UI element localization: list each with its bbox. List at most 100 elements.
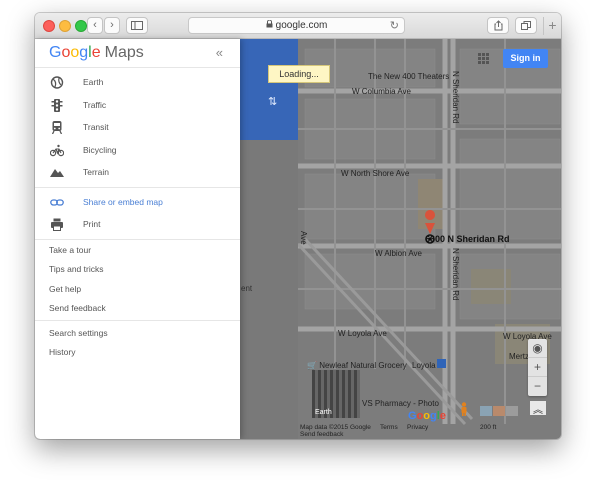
- globe-icon: [50, 76, 64, 89]
- share-section: Share or embed map Print: [35, 188, 240, 240]
- map-data-text: Map data ©2015 Google: [300, 424, 371, 431]
- share-button[interactable]: [487, 17, 509, 34]
- menu-item-bicycling[interactable]: Bicycling: [35, 139, 240, 162]
- imagery-thumbnails[interactable]: [480, 403, 520, 416]
- title-bar: ‹ › google.com ↻ +: [35, 13, 561, 39]
- earth-view-toggle[interactable]: Earth: [312, 370, 360, 418]
- loading-indicator: Loading...: [268, 65, 330, 83]
- pegman-icon[interactable]: [460, 402, 468, 416]
- menu-item-traffic[interactable]: Traffic: [35, 94, 240, 117]
- chevron-left-icon: ‹: [93, 19, 97, 31]
- address-label[interactable]: 6600 N Sheridan Rd: [425, 234, 510, 244]
- logo-maps-text: Maps: [104, 44, 144, 61]
- street-label: N Sheridan Rd: [451, 248, 460, 301]
- minimize-window-button[interactable]: [59, 20, 71, 32]
- settings-section: Search settings History: [35, 321, 240, 364]
- send-feedback-link[interactable]: Send feedback: [300, 431, 343, 438]
- panel-text-fragment: ent: [241, 284, 253, 293]
- poi-label[interactable]: 🛒 Newleaf Natural Grocery: [307, 361, 407, 370]
- printer-icon: [51, 218, 63, 231]
- menu-item-label: Share or embed map: [83, 196, 163, 207]
- layers-section: Earth Traffic Transit Bicycling Terrain: [35, 68, 240, 188]
- close-window-button[interactable]: [43, 20, 55, 32]
- search-panel-peek: [240, 39, 298, 140]
- menu-item-label: Search settings: [49, 327, 108, 338]
- sidebar-toggle-button[interactable]: [126, 17, 148, 34]
- directions-swap-icon[interactable]: ⇅: [268, 95, 277, 108]
- tabs-icon: [521, 21, 531, 30]
- back-button[interactable]: ‹: [87, 17, 103, 34]
- share-icon: [494, 20, 502, 31]
- logo-letter: e: [91, 44, 101, 61]
- earth-thumb-label: Earth: [315, 409, 332, 416]
- poi-label[interactable]: VS Pharmacy - Photo: [362, 399, 439, 408]
- menu-item-label: Print: [83, 219, 101, 229]
- menu-item-terrain[interactable]: Terrain: [35, 161, 240, 184]
- scale-text: 200 ft: [480, 424, 497, 431]
- menu-item-label: Terrain: [83, 167, 109, 177]
- street-label: N Sheridan Rd: [451, 71, 460, 124]
- menu-item-label: Send feedback: [49, 303, 106, 313]
- forward-button[interactable]: ›: [104, 17, 120, 34]
- poi-label[interactable]: Loyola: [412, 361, 436, 370]
- logo-letter: o: [70, 44, 80, 61]
- expand-up-icon[interactable]: ︽: [530, 401, 546, 416]
- poi-label-text: Newleaf Natural Grocery: [319, 361, 407, 370]
- lock-icon: [266, 18, 273, 34]
- menu-item-take-tour[interactable]: Take a tour: [35, 241, 240, 261]
- train-icon: [51, 121, 63, 134]
- maximize-window-button[interactable]: [75, 20, 87, 32]
- terms-link[interactable]: Terms: [380, 424, 398, 431]
- sign-in-button[interactable]: Sign in: [503, 49, 548, 68]
- logo-letter: G: [49, 44, 62, 61]
- logo-letter: g: [79, 44, 89, 61]
- url-text: google.com: [275, 20, 328, 31]
- collapse-menu-button[interactable]: «: [216, 45, 223, 60]
- menu-item-label: History: [49, 347, 76, 357]
- browser-window: ‹ › google.com ↻ + W Columbia Ave W Nort…: [35, 13, 561, 439]
- menu-item-label: Earth: [83, 77, 104, 87]
- side-menu: Google Maps « Earth Traffic Transit Bicyc…: [35, 39, 240, 439]
- address-bar[interactable]: google.com ↻: [188, 17, 405, 34]
- menu-item-send-feedback[interactable]: Send feedback: [35, 299, 240, 319]
- street-label: W Columbia Ave: [352, 87, 411, 96]
- menu-item-get-help[interactable]: Get help: [35, 280, 240, 300]
- menu-item-label: Transit: [83, 122, 109, 132]
- my-location-button[interactable]: ◉: [528, 339, 547, 358]
- menu-item-label: Get help: [49, 283, 82, 294]
- privacy-link[interactable]: Privacy: [407, 424, 428, 431]
- menu-item-history[interactable]: History: [35, 343, 240, 363]
- menu-item-label: Bicycling: [83, 144, 117, 155]
- apps-grid-icon[interactable]: [478, 53, 490, 65]
- tabs-overview-button[interactable]: [515, 17, 537, 34]
- menu-item-tips[interactable]: Tips and tricks: [35, 260, 240, 280]
- poi-label[interactable]: Mertz: [509, 352, 529, 361]
- link-icon: [50, 198, 64, 206]
- sidebar-icon: [131, 21, 143, 30]
- menu-item-transit[interactable]: Transit: [35, 116, 240, 139]
- help-section: Take a tour Tips and tricks Get help Sen…: [35, 240, 240, 321]
- cart-icon: 🛒: [307, 361, 317, 370]
- menu-item-share-embed[interactable]: Share or embed map: [35, 191, 240, 214]
- mountain-icon: [50, 169, 64, 177]
- reload-icon[interactable]: ↻: [390, 18, 399, 34]
- menu-item-label: Take a tour: [49, 244, 92, 255]
- poi-label[interactable]: The New 400 Theaters: [368, 72, 449, 81]
- menu-item-earth[interactable]: Earth: [35, 71, 240, 94]
- zoom-in-button[interactable]: +: [528, 358, 547, 377]
- street-label: W Loyola Ave: [338, 329, 387, 338]
- menu-item-print[interactable]: Print: [35, 213, 240, 236]
- zoom-out-button[interactable]: −: [528, 377, 547, 396]
- street-label: W North Shore Ave: [341, 169, 410, 178]
- menu-item-label: Tips and tricks: [49, 264, 104, 274]
- new-tab-button[interactable]: +: [543, 17, 561, 35]
- google-logo: Google: [408, 410, 446, 422]
- map-attribution: Map data ©2015 Google Terms Privacy Send…: [300, 424, 561, 439]
- bicycle-icon: [50, 144, 64, 156]
- menu-header: Google Maps «: [35, 39, 240, 68]
- zoom-control: ◉ + −: [528, 339, 547, 396]
- google-maps-logo: Google Maps: [49, 44, 144, 62]
- menu-item-search-settings[interactable]: Search settings: [35, 324, 240, 344]
- chevron-right-icon: ›: [110, 19, 114, 31]
- street-label: W Albion Ave: [375, 249, 422, 258]
